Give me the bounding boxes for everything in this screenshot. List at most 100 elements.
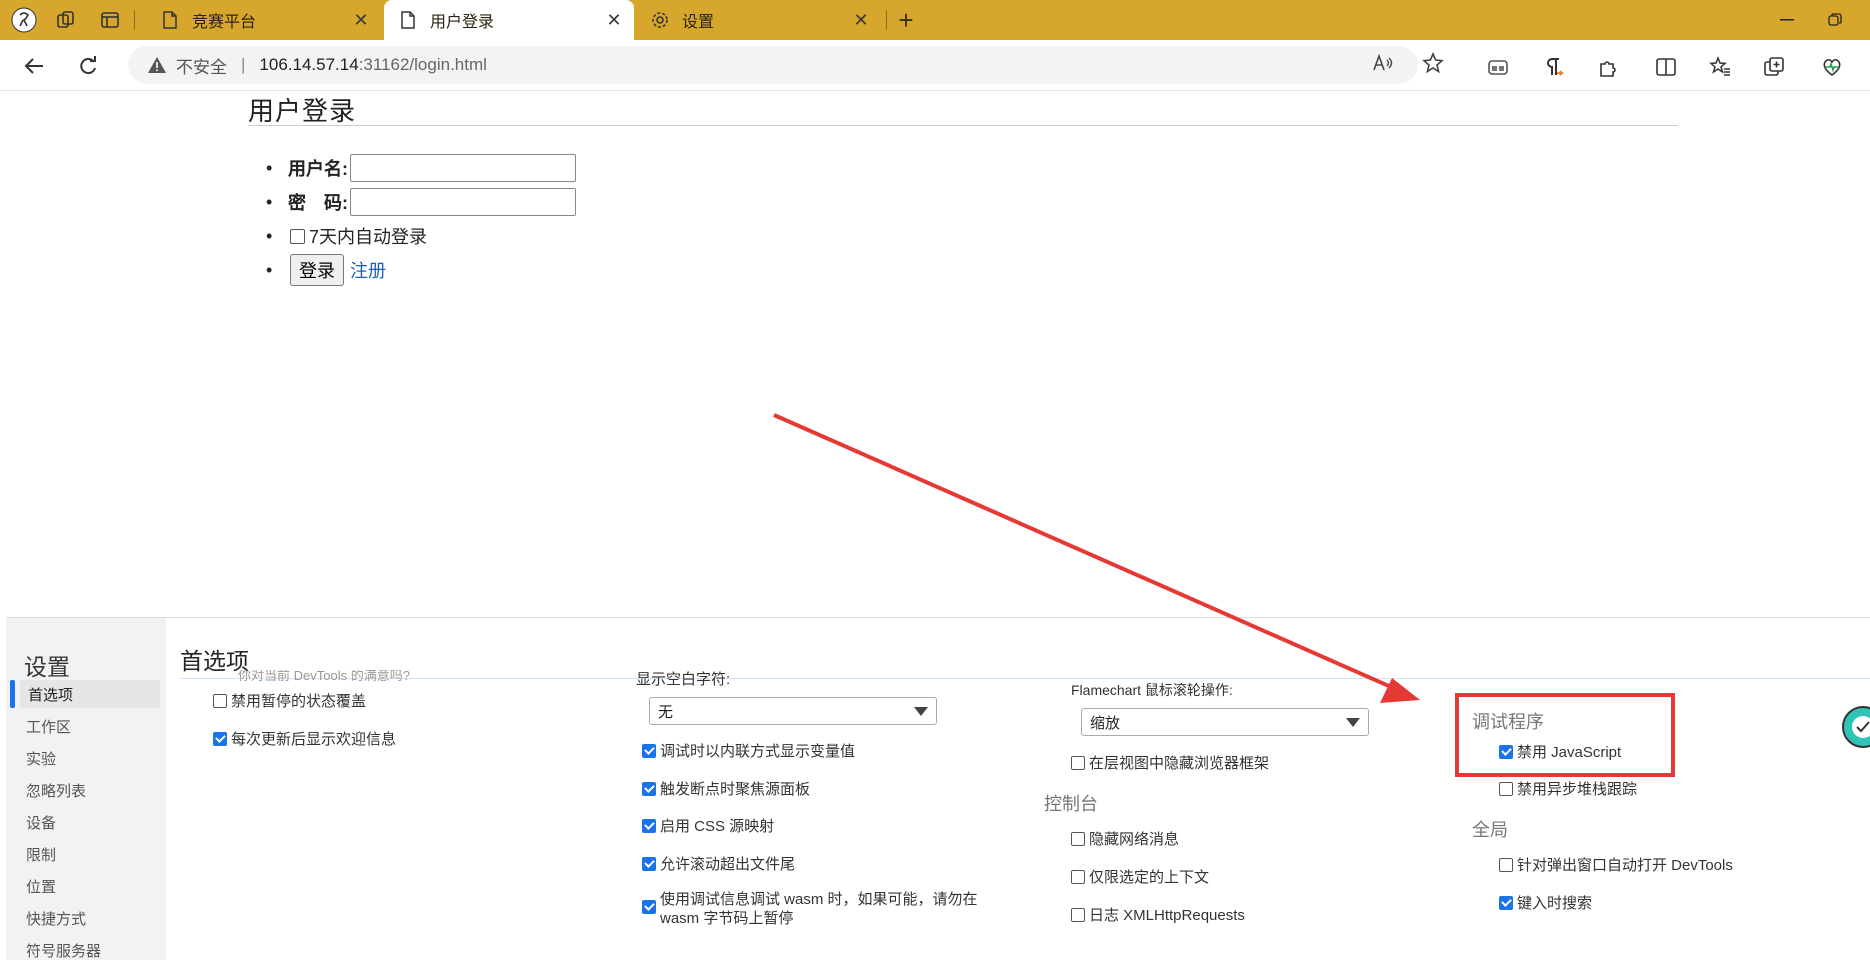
remember-checkbox[interactable] [290,228,305,244]
option-search-as-type[interactable]: 键入时搜索 [1499,892,1592,913]
page-icon [398,10,418,30]
warning-icon[interactable] [146,54,168,76]
tab-separator [134,10,135,30]
checkbox[interactable] [642,781,656,796]
browser-toolbar: 不安全 | 106.14.57.14:31162/login.html [0,40,1870,91]
chevron-down-icon [1346,718,1360,727]
option-scroll-past-end[interactable]: 允许滚动超出文件尾 [642,853,795,874]
sidebar-item-workspace[interactable]: 工作区 [20,712,160,740]
favorite-star-icon[interactable] [1416,46,1450,80]
sidebar-item-throttling[interactable]: 限制 [20,840,160,868]
checkbox[interactable] [1499,781,1513,796]
checkbox[interactable] [213,693,227,708]
option-label: 调试时以内联方式显示变量值 [660,743,856,760]
checkbox[interactable] [1071,907,1085,922]
browser-essentials-icon[interactable] [1816,51,1848,83]
split-screen-icon[interactable] [1650,51,1682,83]
sidebar-item-experiments[interactable]: 实验 [20,744,160,772]
collections-add-icon[interactable] [1758,51,1790,83]
username-label: 用户名: [288,159,348,179]
url-path: :31162/login.html [358,55,487,74]
close-icon[interactable]: ✕ [851,10,871,30]
tab-label: 用户登录 [430,14,495,31]
close-icon[interactable]: ✕ [351,10,371,30]
global-section-title: 全局 [1472,820,1508,840]
vertical-tabs-icon[interactable] [96,6,124,34]
extension-icon[interactable] [1482,51,1514,83]
collections-icon[interactable] [52,6,80,34]
sidebar-item-devices[interactable]: 设备 [20,808,160,836]
remember-label: 7天内自动登录 [309,227,428,247]
mascot-icon[interactable] [1840,704,1870,750]
flamechart-select[interactable]: 缩放 [1081,708,1369,736]
option-auto-open-devtools[interactable]: 针对弹出窗口自动打开 DevTools [1499,854,1733,875]
close-icon[interactable]: ✕ [604,10,624,30]
password-row: 密 码: [266,185,576,219]
checkbox[interactable] [642,900,656,914]
checkbox[interactable] [1071,755,1085,770]
option-disable-async-stack[interactable]: 禁用异步堆栈跟踪 [1499,778,1637,799]
sidebar-item-locations[interactable]: 位置 [20,872,160,900]
restore-icon[interactable] [1820,8,1850,32]
sidebar-item-shortcuts[interactable]: 快捷方式 [20,904,160,932]
password-label: 密 码: [288,193,348,213]
option-show-welcome[interactable]: 每次更新后显示欢迎信息 [213,728,396,749]
option-label: 禁用暂停的状态覆盖 [231,693,367,710]
extensions-puzzle-icon[interactable] [1592,51,1624,83]
register-link[interactable]: 注册 [350,257,386,283]
tab-separator [886,10,887,30]
checkbox[interactable] [1071,869,1085,884]
checkbox[interactable] [642,818,656,833]
option-css-source-maps[interactable]: 启用 CSS 源映射 [642,815,774,836]
minimize-icon[interactable] [1772,8,1802,32]
option-label-group: 使用调试信息调试 wasm 时，如果可能，请勿在 wasm 字节码上暂停 [660,890,978,928]
favorites-icon[interactable] [1704,51,1736,83]
tab-competition-platform[interactable]: 竞赛平台 ✕ [146,0,381,40]
option-inline-values[interactable]: 调试时以内联方式显示变量值 [642,740,855,761]
option-label: 启用 CSS 源映射 [660,818,775,835]
option-wasm-debug[interactable]: 使用调试信息调试 wasm 时，如果可能，请勿在 wasm 字节码上暂停 [642,890,978,928]
sidebar-item-preferences[interactable]: 首选项 [20,680,160,708]
option-hide-network[interactable]: 隐藏网络消息 [1071,828,1179,849]
option-hide-browser-frames[interactable]: 在层视图中隐藏浏览器框架 [1071,752,1269,773]
profile-avatar-icon[interactable] [10,6,38,34]
read-aloud-icon[interactable] [1366,46,1400,80]
checkbox[interactable] [1499,895,1513,910]
option-label: 允许滚动超出文件尾 [660,856,796,873]
option-disable-paused-overlay[interactable]: 禁用暂停的状态覆盖 [213,690,366,711]
checkbox[interactable] [642,856,656,871]
checkbox[interactable] [642,743,656,758]
new-tab-icon[interactable]: + [892,5,920,35]
whitespace-select[interactable]: 无 [649,697,937,725]
checkbox[interactable] [1499,857,1513,872]
url-host: 106.14.57.14 [259,55,359,74]
title-divider [248,125,1678,126]
option-label: 每次更新后显示欢迎信息 [231,731,397,748]
actions-row: 登录 注册 [266,253,576,287]
username-row: 用户名: [266,151,576,185]
checkbox[interactable] [1071,831,1085,846]
flamechart-label: Flamechart 鼠标滚轮操作: [1071,682,1233,698]
tab-settings[interactable]: 设置 ✕ [636,0,881,40]
pilcrow-icon[interactable] [1538,51,1570,83]
option-selected-context[interactable]: 仅限选定的上下文 [1071,866,1209,887]
annotation-highlight-box [1455,693,1675,777]
devtools-settings: 设置 首选项 工作区 实验 忽略列表 设备 限制 位置 快捷方式 符号服务器 首… [6,617,1870,960]
username-input[interactable] [350,154,576,182]
option-label: wasm 字节码上暂停 [660,910,794,927]
refresh-icon[interactable] [72,50,104,82]
survey-text: 你对当前 DevTools 的满意吗? [238,670,410,683]
tab-user-login[interactable]: 用户登录 ✕ [384,0,634,40]
back-icon[interactable] [18,50,50,82]
sidebar-item-ignore-list[interactable]: 忽略列表 [20,776,160,804]
login-button[interactable]: 登录 [290,254,344,286]
security-status[interactable]: 不安全 [176,53,227,78]
option-focus-sources[interactable]: 触发断点时聚焦源面板 [642,778,810,799]
tab-label: 设置 [682,14,715,31]
password-input[interactable] [350,188,576,216]
address-bar[interactable]: 不安全 | 106.14.57.14:31162/login.html [128,46,1418,84]
option-label: 日志 XMLHttpRequests [1089,907,1245,924]
checkbox[interactable] [213,731,227,746]
option-log-xhr[interactable]: 日志 XMLHttpRequests [1071,904,1245,925]
sidebar-item-symbol-server[interactable]: 符号服务器 [20,936,160,964]
